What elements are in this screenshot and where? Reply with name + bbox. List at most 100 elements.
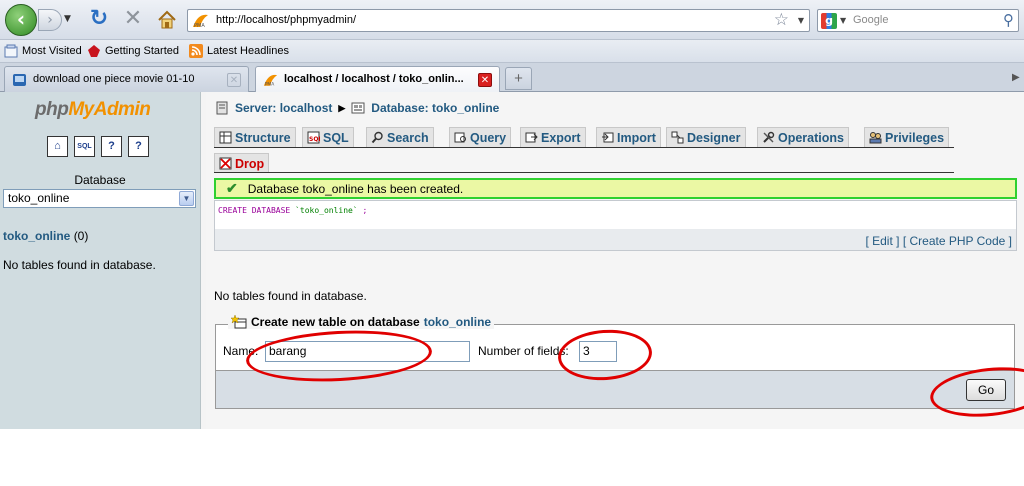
svg-text:PMA: PMA: [265, 82, 274, 87]
phpmyadmin-logo[interactable]: phpMyAdmin: [35, 99, 151, 121]
browser-tab-label: download one piece movie 01-10: [33, 73, 195, 85]
database-table-count: (0): [73, 229, 89, 243]
browser-nav-bar: ‹ › ▼ ↻ ✕ PMA http://localhost/phpmyadmi…: [0, 0, 1024, 40]
new-table-icon: [231, 315, 247, 329]
query-icon: [454, 132, 466, 143]
structure-icon: [219, 131, 232, 144]
tab-label: Query: [470, 130, 507, 145]
database-select-value: toko_online: [8, 191, 70, 205]
navigation-frame: phpMyAdmin ⌂ SQL ? ? Database toko_onlin…: [0, 92, 200, 429]
chevron-down-icon[interactable]: ▼: [179, 191, 194, 206]
tab-structure[interactable]: Structure: [214, 127, 296, 147]
sql-query-icon[interactable]: SQL: [74, 136, 95, 157]
search-box[interactable]: g ▼ Google ⚲: [817, 9, 1019, 32]
tab-search[interactable]: Search: [366, 127, 434, 147]
sql-icon: SQL: [307, 131, 320, 144]
database-link[interactable]: toko_online: [3, 229, 70, 243]
history-dropdown-icon[interactable]: ▼: [64, 14, 71, 24]
breadcrumb: Server: localhost ▶ Database: toko_onlin…: [215, 101, 499, 115]
plus-icon: +: [514, 70, 523, 87]
bookmark-star-icon[interactable]: ☆: [774, 10, 789, 30]
success-message: ✔ Database toko_online has been created.: [214, 178, 1017, 199]
url-bar[interactable]: PMA http://localhost/phpmyadmin/ ☆ ▼: [187, 9, 810, 32]
database-icon: [351, 102, 365, 114]
quick-icons: ⌂ SQL ? ?: [47, 136, 149, 157]
drop-tab-divider: [214, 172, 954, 173]
create-table-legend: Create new table on database toko_online: [228, 315, 495, 329]
svg-text:PMA: PMA: [194, 23, 205, 28]
tab-import[interactable]: Import: [596, 127, 661, 147]
search-engine-dropdown-icon[interactable]: ▼: [840, 16, 846, 25]
home-icon[interactable]: [156, 9, 178, 31]
tab-operations[interactable]: Operations: [757, 127, 849, 147]
help-icon[interactable]: ?: [128, 136, 149, 157]
no-tables-message: No tables found in database.: [3, 258, 156, 272]
tab-close-icon[interactable]: ✕: [478, 73, 492, 87]
tab-label: Export: [541, 130, 581, 145]
sql-query-text: CREATE DATABASE `toko_online` ;: [218, 206, 367, 215]
google-icon[interactable]: g: [821, 13, 837, 29]
sql-query-links: [ Edit ] [ Create PHP Code ]: [865, 234, 1012, 248]
success-text: Database toko_online has been created.: [247, 181, 464, 196]
database-select[interactable]: toko_online ▼: [3, 189, 196, 208]
browser-tab-download[interactable]: download one piece movie 01-10 ✕: [4, 66, 249, 92]
tab-privileges[interactable]: Privileges: [864, 127, 950, 147]
docs-icon[interactable]: ?: [101, 136, 122, 157]
stop-icon[interactable]: ✕: [122, 7, 144, 31]
breadcrumb-separator-icon: ▶: [338, 102, 346, 113]
bookmark-label: Latest Headlines: [207, 45, 289, 57]
firefox-red-icon: [88, 45, 100, 57]
reload-icon[interactable]: ↻: [88, 7, 110, 31]
home-icon[interactable]: ⌂: [47, 136, 68, 157]
sql-query-display: CREATE DATABASE `toko_online` ;: [215, 201, 1016, 229]
bookmark-latest-headlines[interactable]: Latest Headlines: [189, 44, 289, 58]
breadcrumb-database[interactable]: Database: toko_online: [371, 101, 499, 115]
sql-query-box: CREATE DATABASE `toko_online` ; [ Edit ]…: [214, 200, 1017, 251]
browser-tab-label: localhost / localhost / toko_onlin...: [284, 73, 464, 85]
designer-icon: [671, 131, 684, 144]
tab-label: Operations: [778, 130, 844, 145]
url-text: http://localhost/phpmyadmin/: [216, 14, 357, 26]
bookmarks-toolbar: Most Visited Getting Started Latest Head…: [0, 40, 1024, 63]
forward-button[interactable]: ›: [38, 9, 62, 31]
search-icon: [371, 131, 383, 144]
tab-row-divider: [214, 147, 954, 148]
create-table-legend-text: Create new table on database: [251, 315, 420, 329]
no-tables-message: No tables found in database.: [214, 289, 367, 303]
pma-favicon-icon: PMA: [263, 74, 278, 87]
search-placeholder: Google: [853, 14, 889, 26]
search-go-icon[interactable]: ⚲: [1003, 11, 1014, 29]
sql-terminator: ;: [362, 206, 368, 215]
tab-label: Drop: [235, 156, 265, 171]
check-icon: ✔: [226, 180, 238, 196]
tab-label: Privileges: [885, 130, 945, 145]
tab-scroll-icon[interactable]: ▶: [1012, 72, 1020, 83]
tab-query[interactable]: Query: [449, 127, 512, 147]
browser-tab-phpmyadmin[interactable]: PMA localhost / localhost / toko_onlin..…: [255, 66, 500, 93]
tab-label: Search: [387, 130, 429, 145]
database-entry: toko_online (0): [3, 229, 88, 243]
privileges-icon: [869, 132, 882, 144]
bookmark-getting-started[interactable]: Getting Started: [87, 44, 179, 58]
rss-feed-icon: [189, 44, 203, 58]
back-arrow-icon: ‹: [16, 7, 26, 31]
bookmark-most-visited[interactable]: Most Visited: [4, 44, 82, 58]
back-button[interactable]: ‹: [5, 4, 37, 36]
new-tab-button[interactable]: +: [505, 67, 532, 90]
url-dropdown-icon[interactable]: ▼: [798, 16, 804, 25]
logo-php: php: [35, 99, 69, 120]
edit-link[interactable]: Edit: [872, 234, 893, 248]
logo-myadmin: MyAdmin: [68, 99, 151, 120]
forward-arrow-icon: ›: [47, 12, 53, 28]
create-table-legend-db[interactable]: toko_online: [424, 315, 491, 329]
tab-export[interactable]: Export: [520, 127, 586, 147]
number-of-fields-label: Number of fields:: [478, 344, 569, 358]
tab-drop[interactable]: Drop: [214, 153, 270, 173]
breadcrumb-server[interactable]: Server: localhost: [235, 101, 332, 115]
tab-close-icon[interactable]: ✕: [227, 73, 241, 87]
tab-designer[interactable]: Designer: [666, 127, 746, 147]
server-icon: [216, 101, 228, 115]
create-php-code-link[interactable]: Create PHP Code: [909, 234, 1005, 248]
tab-sql[interactable]: SQL SQL: [302, 127, 354, 147]
import-icon: [602, 132, 614, 143]
